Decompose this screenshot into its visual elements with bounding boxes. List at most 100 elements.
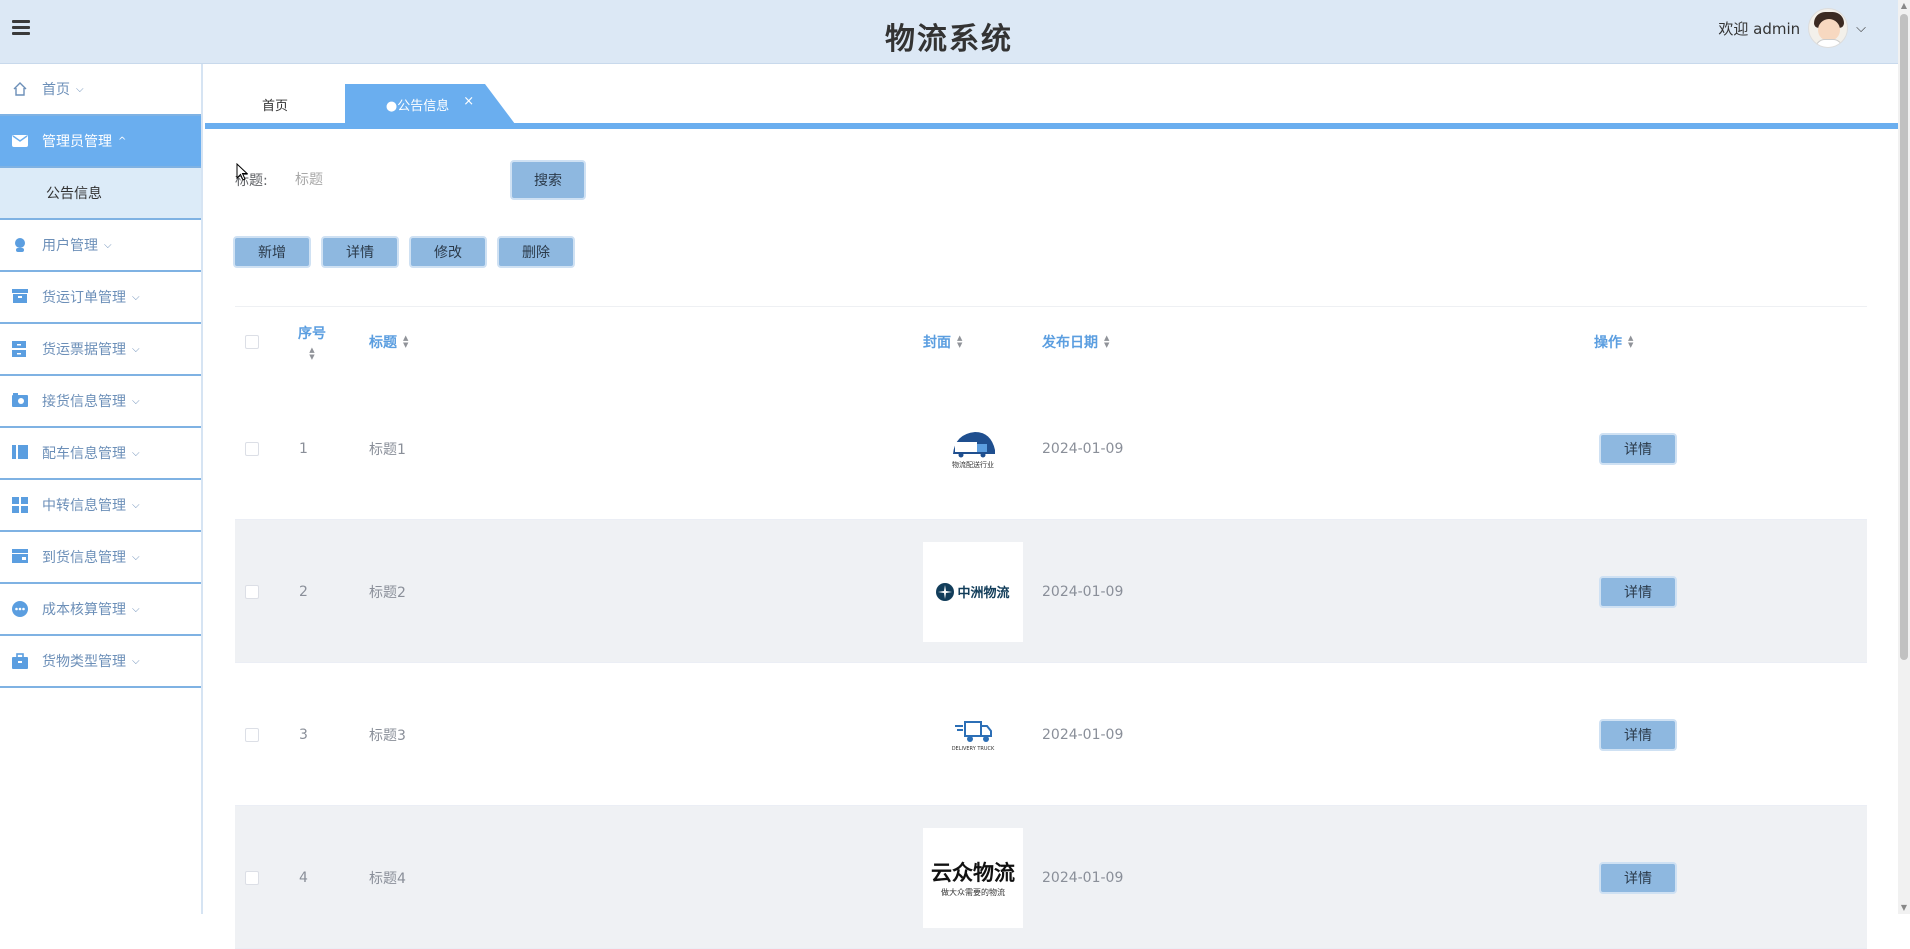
briefcase-icon — [12, 653, 30, 669]
sidebar-item-label: 货物类型管理 — [42, 654, 126, 670]
row-title: 标题3 — [369, 727, 406, 744]
cover-caption: DELIVERY TRUCK — [951, 745, 995, 752]
camera-icon — [12, 393, 30, 409]
search-button[interactable]: 搜索 — [510, 160, 586, 200]
sort-icon[interactable]: ▲ ▼ — [403, 335, 408, 349]
search-input[interactable] — [295, 162, 505, 198]
delete-button[interactable]: 删除 — [497, 236, 575, 268]
cover-caption: 物流配送行业 — [952, 460, 994, 469]
welcome-text: 欢迎 admin — [1718, 19, 1801, 38]
sidebar-item-label: 货运订单管理 — [42, 290, 126, 306]
archive-icon — [12, 341, 30, 357]
sidebar-item-users[interactable]: 用户管理 ⌵ — [0, 220, 201, 272]
sidebar-item-vehicle[interactable]: 配车信息管理 ⌵ — [0, 428, 201, 480]
scroll-thumb[interactable] — [1900, 14, 1908, 660]
sidebar-item-label: 用户管理 — [42, 238, 98, 254]
table-header: 序号 ▲ ▼ 标题 ▲ ▼ 封面 ▲ ▼ 发布日期 ▲ ▼ 操作 ▲ ▼ — [235, 307, 1867, 377]
row-detail-button[interactable]: 详情 — [1599, 861, 1677, 894]
sidebar-item-label: 成本核算管理 — [42, 602, 126, 618]
mouse-cursor-icon — [236, 163, 248, 181]
header-cover[interactable]: 封面 ▲ ▼ — [923, 307, 962, 377]
scroll-up-icon[interactable]: ▲ — [1898, 0, 1910, 12]
row-date: 2024-01-09 — [1042, 440, 1124, 457]
envelope-icon — [12, 133, 30, 149]
columns-icon — [12, 445, 30, 461]
sidebar-item-bills[interactable]: 货运票据管理 ⌵ — [0, 324, 201, 376]
user-icon — [12, 237, 30, 253]
chevron-down-icon[interactable]: ⌵ — [1856, 21, 1866, 36]
sidebar-item-arrival[interactable]: 到货信息管理 ⌵ — [0, 532, 201, 584]
row-detail-button[interactable]: 详情 — [1599, 718, 1677, 751]
row-cover: 云众物流 做大众需要的物流 — [923, 806, 1023, 949]
header-label: 发布日期 — [1042, 335, 1098, 351]
user-menu[interactable]: 欢迎 admin ⌵ — [1718, 8, 1866, 48]
page-scrollbar[interactable]: ▲ ▼ — [1898, 0, 1910, 914]
row-index: 1 — [299, 440, 308, 457]
table-row[interactable]: 3 标题3 DELIVERY TRUCK 2024-01-09 详情 — [235, 663, 1867, 806]
cover-image: 云众物流 做大众需要的物流 — [923, 827, 1023, 928]
row-index: 2 — [299, 583, 308, 600]
tab-bar: 首页 ●公告信息 × — [205, 84, 1898, 128]
sidebar-item-home[interactable]: 首页 ⌵ — [0, 64, 201, 116]
sidebar-item-pickup[interactable]: 接货信息管理 ⌵ — [0, 376, 201, 428]
table-row[interactable]: 2 标题2 中洲物流 2024-01-09 详情 — [235, 520, 1867, 663]
chevron-down-icon: ⌵ — [132, 499, 140, 511]
avatar[interactable] — [1808, 8, 1849, 48]
table-row[interactable]: 1 标题1 物流配送行业 2024-01-09 详情 — [235, 377, 1867, 520]
header-label: 操作 — [1594, 335, 1622, 351]
sidebar-item-label: 管理员管理 — [42, 134, 112, 150]
table-row[interactable]: 4 标题4 云众物流 做大众需要的物流 2024-01-09 详情 — [235, 806, 1867, 949]
select-all-checkbox[interactable] — [245, 335, 259, 349]
row-date: 2024-01-09 — [1042, 583, 1124, 600]
row-checkbox[interactable] — [245, 727, 259, 742]
box-icon — [12, 289, 30, 305]
row-cover: DELIVERY TRUCK — [923, 663, 1023, 806]
add-button[interactable]: 新增 — [233, 236, 311, 268]
chevron-down-icon: ⌵ — [132, 447, 140, 459]
header-title[interactable]: 标题 ▲ ▼ — [369, 307, 408, 377]
action-bar: 新增 详情 修改 删除 — [233, 236, 575, 268]
row-checkbox[interactable] — [245, 441, 259, 456]
row-checkbox[interactable] — [245, 870, 259, 885]
header-label: 封面 — [923, 335, 951, 351]
header-operation[interactable]: 操作 ▲ ▼ — [1594, 307, 1633, 377]
sort-icon[interactable]: ▲ ▼ — [957, 335, 962, 349]
tab-home[interactable]: 首页 — [235, 84, 315, 124]
sidebar-item-label: 到货信息管理 — [42, 550, 126, 566]
sidebar-item-goods-type[interactable]: 货物类型管理 ⌵ — [0, 636, 201, 688]
sort-icon[interactable]: ▲ ▼ — [1104, 335, 1109, 349]
detail-button[interactable]: 详情 — [321, 236, 399, 268]
sidebar-item-cost[interactable]: 成本核算管理 ⌵ — [0, 584, 201, 636]
top-header: 物流系统 欢迎 admin ⌵ — [0, 0, 1898, 64]
row-detail-button[interactable]: 详情 — [1599, 432, 1677, 465]
cover-subcaption: 做大众需要的物流 — [941, 888, 1005, 897]
sidebar-item-admin[interactable]: 管理员管理 ^ — [0, 116, 201, 168]
cover-caption: 中洲物流 — [957, 586, 1010, 601]
sort-icon[interactable]: ▲ ▼ — [309, 347, 314, 361]
chevron-down-icon: ⌵ — [132, 551, 140, 563]
sidebar-item-transfer[interactable]: 中转信息管理 ⌵ — [0, 480, 201, 532]
sort-icon[interactable]: ▲ ▼ — [1628, 335, 1633, 349]
close-icon[interactable]: × — [463, 94, 474, 109]
header-index[interactable]: 序号 ▲ ▼ — [298, 307, 326, 377]
sidebar-subitem-notice[interactable]: 公告信息 — [0, 168, 201, 220]
row-cover: 中洲物流 — [923, 520, 1023, 663]
row-checkbox[interactable] — [245, 584, 259, 599]
scroll-down-icon[interactable]: ▼ — [1898, 902, 1910, 914]
chevron-down-icon: ⌵ — [132, 603, 140, 615]
row-title: 标题4 — [369, 870, 406, 887]
sidebar-item-orders[interactable]: 货运订单管理 ⌵ — [0, 272, 201, 324]
edit-button[interactable]: 修改 — [409, 236, 487, 268]
chevron-up-icon: ^ — [118, 135, 127, 147]
tab-notice[interactable]: ●公告信息 × — [345, 84, 515, 124]
cover-image: 物流配送行业 — [923, 398, 1023, 499]
system-title: 物流系统 — [885, 22, 1013, 57]
row-date: 2024-01-09 — [1042, 726, 1124, 743]
row-detail-button[interactable]: 详情 — [1599, 575, 1677, 608]
search-row: 标题: 搜索 — [235, 160, 586, 200]
header-date[interactable]: 发布日期 ▲ ▼ — [1042, 307, 1109, 377]
delivery-truck-icon — [955, 720, 992, 742]
sidebar-item-label: 中转信息管理 — [42, 498, 126, 514]
row-title: 标题1 — [369, 441, 406, 458]
chevron-down-icon: ⌵ — [132, 395, 140, 407]
